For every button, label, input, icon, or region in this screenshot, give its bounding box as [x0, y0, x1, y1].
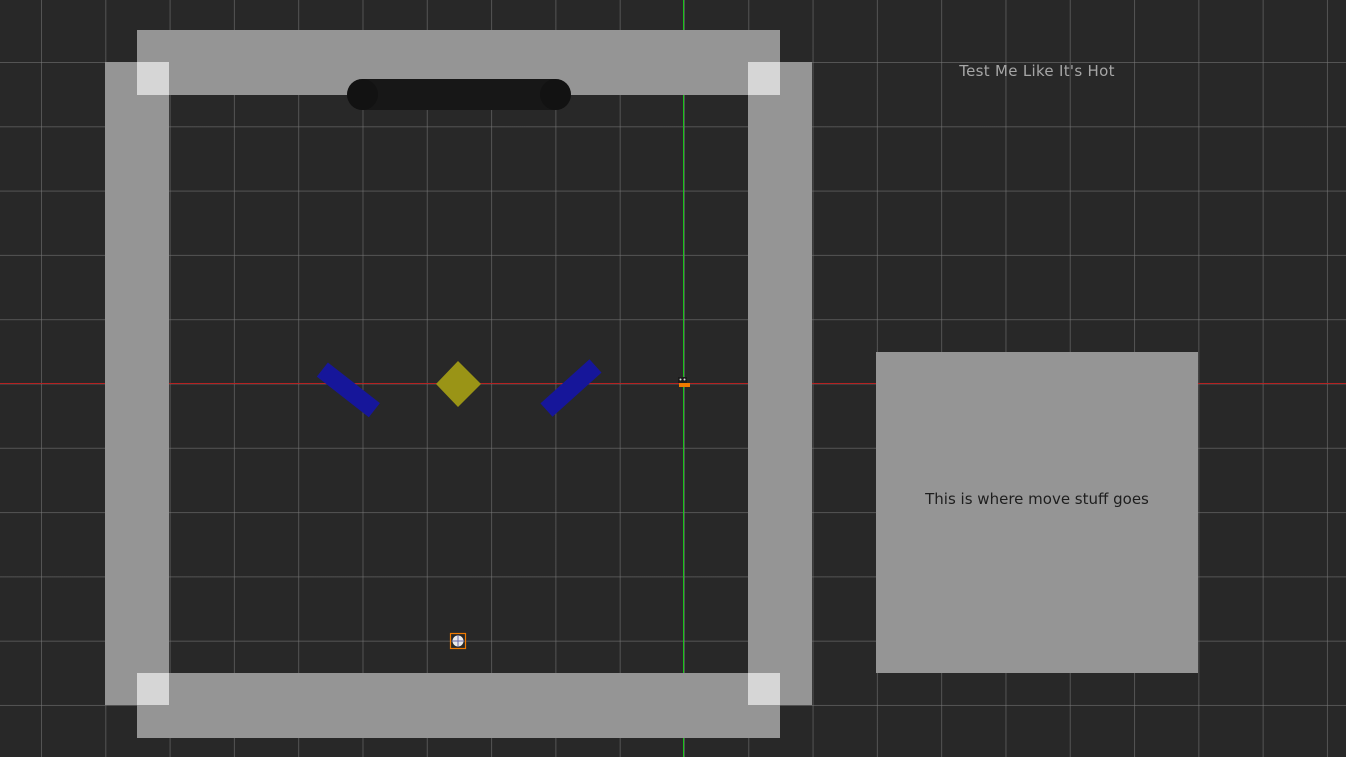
left-flipper[interactable]: [316, 362, 380, 418]
scene-viewport[interactable]: Test Me Like It's Hot This is where move…: [0, 0, 1346, 757]
capsule-paddle[interactable]: [347, 79, 571, 110]
crosshair-icon[interactable]: [449, 632, 467, 650]
scene-objects: [316, 79, 690, 650]
player-icon[interactable]: [678, 377, 690, 387]
right-flipper[interactable]: [540, 359, 602, 417]
center-diamond[interactable]: [436, 361, 481, 407]
